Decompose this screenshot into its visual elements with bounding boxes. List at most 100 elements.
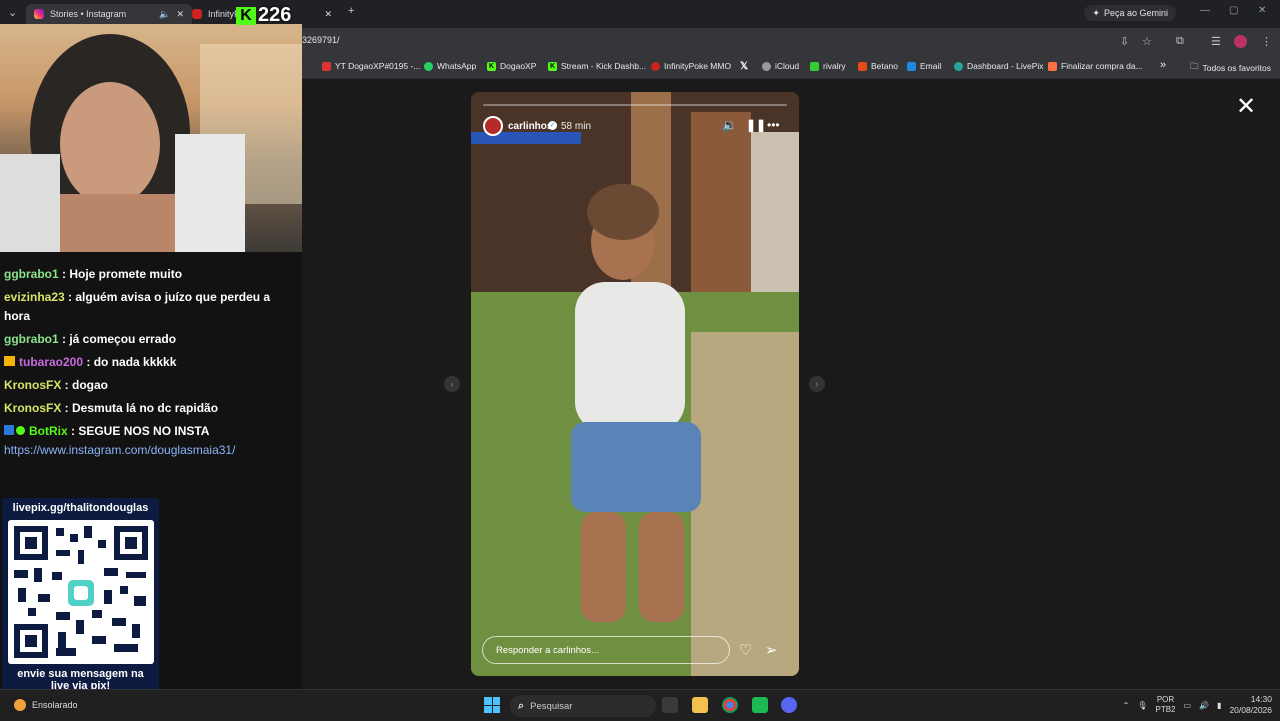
- kick-logo-icon: K: [236, 6, 256, 25]
- next-story-button[interactable]: ›: [809, 376, 825, 392]
- story-avatar[interactable]: [483, 116, 503, 136]
- extensions-icon[interactable]: ⧉: [1176, 35, 1184, 48]
- battery-icon[interactable]: ▮: [1217, 701, 1221, 710]
- story-progress-bar: [483, 104, 787, 106]
- discord-icon[interactable]: [781, 697, 797, 713]
- app-icon[interactable]: [752, 697, 768, 713]
- windows-start-icon[interactable]: [484, 697, 500, 713]
- previous-story-button[interactable]: ‹: [444, 376, 460, 392]
- chat-username[interactable]: ggbrabo1: [4, 267, 59, 281]
- bookmark-item[interactable]: K DogaoXP: [487, 61, 536, 71]
- chrome-icon[interactable]: [722, 697, 738, 713]
- network-icon[interactable]: ▭: [1184, 701, 1192, 710]
- bookmark-label: WhatsApp: [437, 61, 477, 71]
- chat-username[interactable]: tubarao200: [19, 355, 83, 369]
- minimize-icon[interactable]: —: [1200, 5, 1210, 16]
- bookmark-item[interactable]: Finalizar compra da...: [1048, 61, 1143, 71]
- window-close-icon[interactable]: ✕: [1258, 5, 1266, 16]
- weather-widget[interactable]: Ensolarado: [14, 699, 78, 711]
- chat-text: SEGUE NOS NO INSTA: [78, 424, 210, 438]
- stream-chat: ggbrabo1 : Hoje promete muito evizinha23…: [0, 252, 302, 492]
- bookmark-item[interactable]: WhatsApp: [424, 61, 476, 71]
- search-icon: ⌕: [518, 699, 525, 712]
- bookmark-label: iCloud: [775, 61, 800, 71]
- close-icon[interactable]: ✕: [1236, 92, 1256, 121]
- bookmark-item[interactable]: Dashboard - LivePix: [954, 61, 1044, 71]
- clock-date: 20/08/2026: [1229, 705, 1272, 715]
- bookmark-label: YT DogaoXP#0195 -...: [335, 61, 421, 71]
- language-indicator[interactable]: POR PTB2: [1156, 695, 1176, 715]
- profile-avatar[interactable]: [1234, 35, 1247, 48]
- tab-close-icon[interactable]: ✕: [176, 9, 184, 20]
- microphone-icon[interactable]: 🎙: [1137, 701, 1147, 710]
- bookmark-label: DogaoXP: [500, 61, 537, 71]
- bookmark-item[interactable]: InfinityPoke MMO: [651, 61, 731, 71]
- all-bookmarks-button[interactable]: 🗀 Todos os favoritos: [1190, 61, 1271, 75]
- tab-instagram[interactable]: Stories • Instagram 🔈 ✕: [26, 4, 192, 24]
- install-app-icon[interactable]: ⇩: [1120, 35, 1129, 48]
- qr-code-icon: [8, 520, 154, 664]
- story-username[interactable]: carlinhos: [508, 121, 552, 132]
- reading-list-icon[interactable]: ☰: [1211, 35, 1221, 48]
- tab-search-icon[interactable]: ⌄: [8, 6, 17, 19]
- bookmark-item[interactable]: Email: [907, 61, 941, 71]
- chat-username[interactable]: evizinha23: [4, 290, 65, 304]
- clock[interactable]: 14:30 20/08/2026: [1229, 694, 1272, 716]
- bookmark-label: Stream - Kick Dashb...: [561, 61, 647, 71]
- instagram-favicon-icon: [34, 9, 44, 19]
- chat-username[interactable]: KronosFX: [4, 401, 61, 415]
- chat-link[interactable]: https://www.instagram.com/douglasmaia31/: [4, 443, 235, 457]
- heart-icon[interactable]: ♡: [739, 641, 752, 659]
- search-placeholder: Pesquisar: [530, 700, 573, 712]
- folder-icon: 🗀: [1190, 61, 1199, 71]
- tab-mute-icon[interactable]: 🔈: [159, 9, 170, 20]
- maximize-icon[interactable]: ▢: [1229, 5, 1238, 16]
- bookmark-star-icon[interactable]: ☆: [1142, 35, 1152, 48]
- chat-text: Hoje promete muito: [69, 267, 183, 281]
- bookmark-item[interactable]: iCloud: [762, 61, 799, 71]
- taskbar-search[interactable]: ⌕ Pesquisar: [510, 695, 656, 717]
- volume-icon[interactable]: 🔊: [1199, 701, 1209, 710]
- betano-icon: [858, 61, 867, 71]
- email-icon: [907, 61, 916, 71]
- reply-input[interactable]: Responder a carlinhos...: [482, 636, 730, 664]
- story-card[interactable]: carlinhos ✓ 58 min 🔉 ❚❚ ••• Responder a …: [471, 92, 799, 676]
- url-field[interactable]: 3269791/: [302, 35, 340, 45]
- story-time: 58 min: [561, 121, 592, 132]
- more-icon[interactable]: •••: [767, 118, 780, 132]
- gemini-button[interactable]: ✦ Peça ao Gemini: [1084, 5, 1176, 21]
- bookmark-item[interactable]: 𝕏: [740, 61, 748, 72]
- verified-badge-icon: ✓: [548, 121, 557, 130]
- gemini-icon: ✦: [1092, 7, 1100, 18]
- chat-username[interactable]: BotRix: [29, 424, 68, 438]
- tab-close-icon[interactable]: ✕: [324, 9, 332, 20]
- pause-icon[interactable]: ❚❚: [746, 118, 766, 132]
- chat-username[interactable]: KronosFX: [4, 378, 61, 392]
- send-icon[interactable]: ➢: [765, 641, 778, 659]
- bookmark-item[interactable]: rivalry: [810, 61, 846, 71]
- gemini-label: Peça ao Gemini: [1103, 8, 1168, 18]
- tab-label: Stories • Instagram: [50, 9, 127, 19]
- chat-message: BotRix : SEGUE NOS NO INSTA: [4, 422, 294, 441]
- windows-taskbar: Ensolarado ⌕ Pesquisar ⌃ 🎙 POR PTB2 ▭ 🔊 ▮…: [0, 689, 1280, 721]
- viewer-count: 226: [258, 4, 292, 26]
- file-explorer-icon[interactable]: [692, 697, 708, 713]
- bookmarks-overflow-button[interactable]: »: [1160, 59, 1166, 71]
- youtube-icon: [322, 61, 331, 71]
- chat-username[interactable]: ggbrabo1: [4, 332, 59, 346]
- task-view-icon[interactable]: [662, 697, 678, 713]
- lang-line2: PTB2: [1155, 705, 1176, 714]
- rivalry-icon: [810, 61, 819, 71]
- chat-message: KronosFX : dogao: [4, 378, 109, 392]
- menu-icon[interactable]: ⋮: [1261, 35, 1272, 48]
- new-tab-icon[interactable]: +: [348, 5, 354, 17]
- webcam-overlay: [0, 24, 302, 252]
- system-tray: ⌃ 🎙 POR PTB2 ▭ 🔊 ▮ 14:30 20/08/2026: [1123, 694, 1272, 716]
- bookmark-item[interactable]: Betano: [858, 61, 898, 71]
- bookmark-item[interactable]: K Stream - Kick Dashb...: [548, 61, 646, 71]
- bookmark-item[interactable]: YT DogaoXP#0195 -...: [322, 61, 420, 71]
- tray-expand-icon[interactable]: ⌃: [1123, 701, 1130, 710]
- speaker-icon[interactable]: 🔉: [722, 118, 737, 132]
- qr-footer-line1: envie sua mensagem na: [17, 668, 144, 680]
- x-icon: 𝕏: [740, 61, 749, 72]
